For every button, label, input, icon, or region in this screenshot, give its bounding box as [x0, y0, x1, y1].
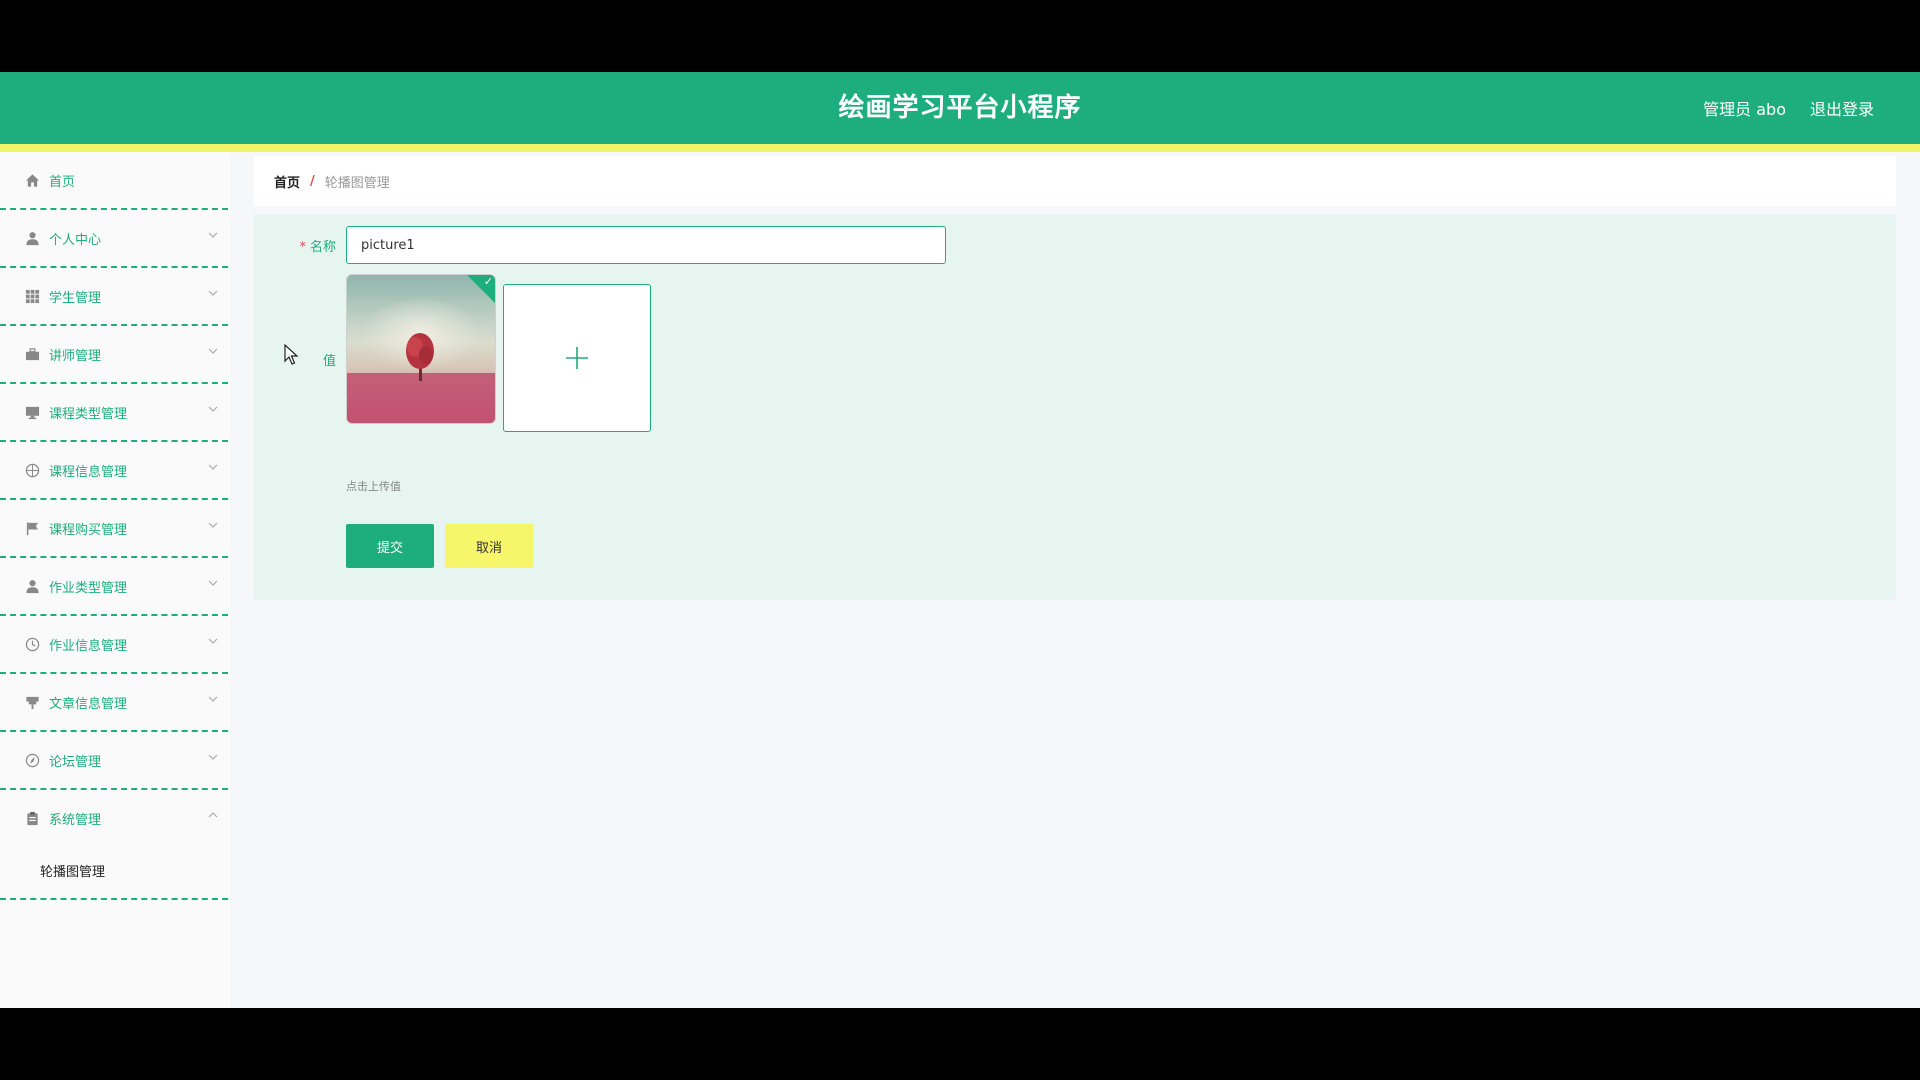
- user-icon: [24, 578, 40, 594]
- sidebar-item-label: 学生管理: [49, 290, 102, 306]
- sidebar-item-label: 作业信息管理: [49, 638, 128, 654]
- sidebar-subitem-carousel[interactable]: 轮播图管理: [0, 842, 228, 900]
- name-label-text: 名称: [309, 240, 336, 255]
- upload-tip: 点击上传值: [346, 480, 401, 493]
- logout-link[interactable]: 退出登录: [1810, 96, 1874, 120]
- chevron-down-icon: [208, 345, 218, 355]
- sidebar-item-label: 文章信息管理: [49, 696, 128, 712]
- chevron-down-icon: [208, 693, 218, 703]
- compass-icon: [24, 752, 40, 768]
- user-area: 管理员 abo 退出登录: [1703, 72, 1874, 144]
- chevron-down-icon: [208, 461, 218, 471]
- required-marker: *: [299, 240, 306, 255]
- sidebar-item-label: 课程信息管理: [49, 464, 128, 480]
- briefcase-icon: [24, 346, 40, 362]
- uploaded-image-thumbnail[interactable]: ✓: [346, 274, 496, 424]
- sidebar-item-home[interactable]: 首页: [0, 152, 228, 210]
- podium-icon: [24, 694, 40, 710]
- mouse-cursor-icon: [284, 344, 299, 365]
- app-screen: 绘画学习平台小程序 管理员 abo 退出登录 首页 个人中心 学生管理 讲师管理…: [0, 72, 1920, 1008]
- chevron-up-icon: [208, 809, 218, 819]
- carousel-edit-form: *名称 值: [254, 214, 1896, 600]
- grid-icon: [24, 288, 40, 304]
- breadcrumb: 首页 / 轮播图管理: [254, 156, 1896, 206]
- breadcrumb-home[interactable]: 首页: [274, 172, 300, 191]
- home-icon: [24, 172, 40, 188]
- sidebar: 首页 个人中心 学生管理 讲师管理 课程类型管理 课程信息管理 课程购买管理 作…: [0, 152, 230, 1008]
- chevron-down-icon: [208, 751, 218, 761]
- breadcrumb-current: 轮播图管理: [324, 175, 390, 191]
- globe-icon: [24, 462, 40, 478]
- sidebar-item-system[interactable]: 系统管理: [0, 790, 228, 846]
- clock-icon: [24, 636, 40, 652]
- admin-user-label: 管理员 abo: [1703, 100, 1786, 119]
- name-input[interactable]: [346, 226, 946, 264]
- sidebar-item-articles[interactable]: 文章信息管理: [0, 674, 228, 732]
- user-icon: [24, 230, 40, 246]
- sidebar-subitem-label: 轮播图管理: [40, 864, 106, 880]
- chevron-down-icon: [208, 403, 218, 413]
- sidebar-item-label: 首页: [49, 174, 76, 190]
- sidebar-item-course-info[interactable]: 课程信息管理: [0, 442, 228, 500]
- chevron-down-icon: [208, 635, 218, 645]
- name-field-label: * 名称: [254, 236, 336, 255]
- flag-icon: [24, 520, 40, 536]
- top-header: 绘画学习平台小程序 管理员 abo 退出登录: [0, 72, 1920, 144]
- sidebar-item-students[interactable]: 学生管理: [0, 268, 228, 326]
- sidebar-item-homework-info[interactable]: 作业信息管理: [0, 616, 228, 674]
- sidebar-item-course-purchases[interactable]: 课程购买管理: [0, 500, 228, 558]
- header-accent-strip: [0, 144, 1920, 152]
- submit-button[interactable]: 提交: [346, 524, 434, 568]
- sidebar-item-lecturers[interactable]: 讲师管理: [0, 326, 228, 384]
- sidebar-item-label: 课程类型管理: [49, 406, 128, 422]
- chevron-down-icon: [208, 577, 218, 587]
- cancel-button[interactable]: 取消: [445, 524, 533, 568]
- sidebar-item-forum[interactable]: 论坛管理: [0, 732, 228, 790]
- sidebar-item-personal-center[interactable]: 个人中心: [0, 210, 228, 268]
- sidebar-item-label: 课程购买管理: [49, 522, 128, 538]
- monitor-icon: [24, 404, 40, 420]
- check-icon: ✓: [483, 275, 493, 288]
- sidebar-item-label: 作业类型管理: [49, 580, 128, 596]
- chevron-down-icon: [208, 229, 218, 239]
- sidebar-item-label: 论坛管理: [49, 754, 102, 770]
- image-upload-button[interactable]: [503, 284, 651, 432]
- sidebar-item-label: 系统管理: [49, 812, 102, 828]
- chevron-down-icon: [208, 287, 218, 297]
- clipboard-icon: [24, 810, 40, 826]
- app-title: 绘画学习平台小程序: [838, 93, 1082, 123]
- chevron-down-icon: [208, 519, 218, 529]
- sidebar-item-label: 个人中心: [49, 232, 102, 248]
- sidebar-item-label: 讲师管理: [49, 348, 102, 364]
- sidebar-item-course-types[interactable]: 课程类型管理: [0, 384, 228, 442]
- sidebar-item-homework-types[interactable]: 作业类型管理: [0, 558, 228, 616]
- breadcrumb-separator: /: [310, 173, 315, 189]
- plus-icon: [566, 347, 588, 369]
